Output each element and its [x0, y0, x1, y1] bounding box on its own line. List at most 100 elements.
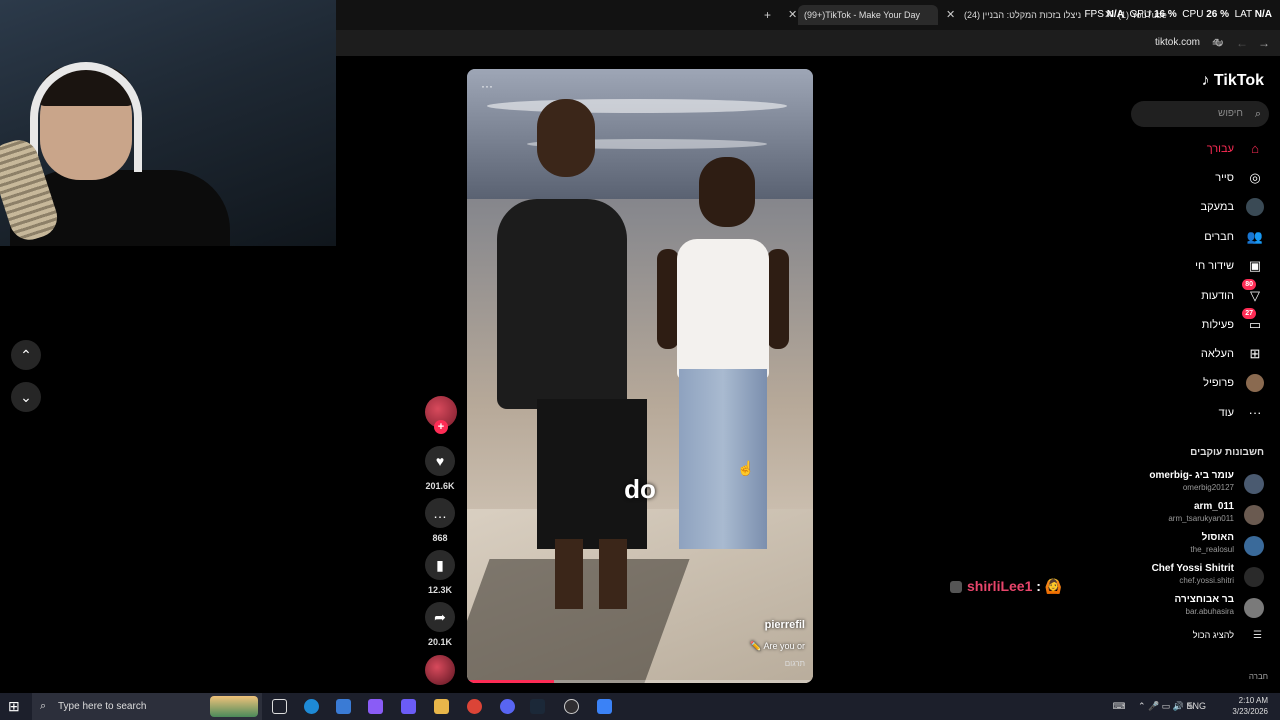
previous-video-button[interactable]: ⌃ — [11, 340, 41, 370]
nav-for-you[interactable]: עבורך ⌂ — [1124, 138, 1264, 160]
video-progress-fill — [467, 680, 554, 683]
language-indicator[interactable]: ENG — [1186, 693, 1206, 720]
task-view-icon[interactable] — [272, 699, 287, 714]
upload-icon: ⊞ — [1249, 346, 1261, 361]
forward-icon[interactable]: → — [1258, 30, 1270, 56]
store-icon[interactable] — [336, 699, 351, 714]
nav-label: פרופיל — [1203, 377, 1234, 389]
search-icon: ⌕ — [40, 700, 47, 712]
steam-icon[interactable] — [530, 699, 545, 714]
tab-tiktok[interactable]: (99+)TikTok - Make Your Day — [798, 5, 938, 25]
new-tab-button[interactable]: + — [764, 5, 771, 25]
save-button[interactable]: ▮ — [425, 550, 455, 580]
nav-label: הודעות — [1201, 290, 1234, 302]
comment-button[interactable]: … — [425, 498, 455, 528]
gpu-label: GPU — [1129, 9, 1152, 20]
close-tab-icon[interactable]: ✕ — [946, 5, 955, 25]
more-icon: ··· — [1248, 405, 1262, 420]
translate-link[interactable]: תרגום — [785, 659, 805, 668]
nav-profile[interactable]: פרופיל — [1124, 372, 1264, 394]
search-input[interactable]: חיפוש ⌕ — [1131, 101, 1269, 127]
close-tab-icon[interactable]: ✕ — [788, 5, 797, 25]
search-highlight-image — [210, 696, 258, 717]
video-description-text: Are you or — [763, 641, 805, 651]
taskbar-search[interactable]: ⌕ Type here to search — [32, 693, 262, 720]
search-icon[interactable]: ⌕ — [1255, 101, 1261, 127]
m365-icon[interactable] — [401, 699, 416, 714]
following-account[interactable]: omerbig- עומר ביג omerbig20127 — [1104, 470, 1264, 498]
file-explorer-icon[interactable] — [434, 699, 449, 714]
account-handle: chef.yossi.shitri — [1179, 576, 1234, 585]
back-icon[interactable]: ← — [1236, 30, 1248, 56]
account-name: omerbig- עומר ביג — [1149, 470, 1234, 481]
nav-label: סייר — [1215, 172, 1234, 184]
webcam-overlay — [0, 0, 336, 246]
nav-explore[interactable]: סייר ◎ — [1124, 167, 1264, 189]
activity-badge: 27 — [1242, 308, 1256, 319]
chevron-up-icon: ⌃ — [20, 347, 32, 363]
following-account[interactable]: האוסול the_realosul — [1104, 532, 1264, 560]
system-tray[interactable]: ⌨ ⌃ 🎤 ▭ 🔊 ✎ — [1113, 693, 1195, 720]
nav-messages[interactable]: הודעות ▽ 80 — [1124, 279, 1264, 307]
more-options-icon[interactable]: ··· — [481, 79, 493, 93]
music-disc-avatar[interactable] — [425, 655, 455, 685]
nav-live[interactable]: שידור חי ▣ — [1124, 255, 1264, 277]
follow-plus-icon[interactable]: + — [434, 420, 448, 434]
following-account[interactable]: Chef Yossi Shitrit chef.yossi.shitri — [1104, 563, 1264, 591]
live-icon: ▣ — [1248, 258, 1262, 273]
pencil-emoji-icon: ✏️ — [750, 641, 762, 651]
show-all-link[interactable]: להציג הכול ☰ — [1144, 630, 1264, 644]
video-author[interactable]: pierrefil — [765, 619, 805, 631]
app-icon[interactable] — [597, 699, 612, 714]
nav-label: חברים — [1204, 231, 1234, 243]
url-text[interactable]: tiktok.com — [1155, 30, 1200, 56]
nav-more[interactable]: עוד ··· — [1124, 402, 1264, 424]
bookmark-icon: ▮ — [436, 557, 444, 573]
chat-separator: : — [1036, 578, 1041, 594]
comment-count: 868 — [432, 533, 448, 543]
reload-icon[interactable]: ↻ — [1214, 30, 1224, 56]
profile-avatar-icon — [1246, 374, 1264, 392]
account-name: arm_011 — [1193, 501, 1234, 512]
clock-date: 3/23/2026 — [1232, 707, 1268, 716]
tiktok-logo[interactable]: ♪ TikTok — [1201, 72, 1264, 90]
emoji-icon: 🙆 — [1044, 578, 1063, 594]
tab-news[interactable]: (24) ניצלו בזכות המקלט: הבניין — [964, 5, 1084, 25]
copilot-icon[interactable] — [368, 699, 383, 714]
lat-label: LAT — [1234, 9, 1252, 20]
edge-icon[interactable] — [304, 699, 319, 714]
nav-friends[interactable]: חברים 👥 — [1124, 226, 1264, 248]
account-name: Chef Yossi Shitrit — [1151, 563, 1234, 574]
account-handle: bar.abuhasira — [1185, 607, 1234, 616]
clock[interactable]: 2:10 AM 3/23/2026 — [1218, 695, 1268, 717]
account-avatar — [1244, 505, 1264, 525]
following-account[interactable]: בר אבוחצירה bar.abuhasira — [1104, 594, 1264, 622]
cpu-value: 26 % — [1206, 9, 1229, 20]
save-count: 12.3K — [427, 585, 453, 595]
search-placeholder: חיפוש — [1218, 108, 1243, 119]
discord-icon[interactable] — [500, 699, 515, 714]
account-name: בר אבוחצירה — [1174, 594, 1234, 605]
like-count: 201.6K — [425, 481, 455, 491]
nav-upload[interactable]: העלאה ⊞ — [1124, 343, 1264, 365]
company-link[interactable]: חברה — [1249, 672, 1268, 681]
windows-start-icon[interactable]: ⊞ — [8, 693, 20, 720]
heart-icon: ♥ — [435, 453, 445, 469]
address-bar: tiktok.com ⇋ ↻ ← → — [336, 30, 1280, 56]
share-button[interactable]: ➦ — [425, 602, 455, 632]
nav-activity[interactable]: פעילות ▭ 27 — [1124, 308, 1264, 336]
nav-following[interactable]: במעקב — [1124, 196, 1264, 218]
tab-label: (99+)TikTok - Make Your Day — [804, 10, 920, 20]
video-player[interactable]: ··· do pierrefil ✏️ Are you or תרגום — [467, 69, 813, 683]
obs-icon[interactable] — [564, 699, 579, 714]
cpu-label: CPU — [1182, 9, 1204, 20]
video-progress-bar[interactable] — [467, 680, 813, 683]
following-account[interactable]: arm_011 arm_tsarukyan011 — [1104, 501, 1264, 529]
chrome-icon[interactable] — [467, 699, 482, 714]
like-button[interactable]: ♥ — [425, 446, 455, 476]
fps-label: FPS — [1084, 9, 1104, 20]
account-name: האוסול — [1201, 532, 1234, 543]
following-accounts-title: חשבונות עוקבים — [1190, 447, 1264, 458]
next-video-button[interactable]: ⌄ — [11, 382, 41, 412]
account-handle: omerbig20127 — [1182, 483, 1234, 492]
